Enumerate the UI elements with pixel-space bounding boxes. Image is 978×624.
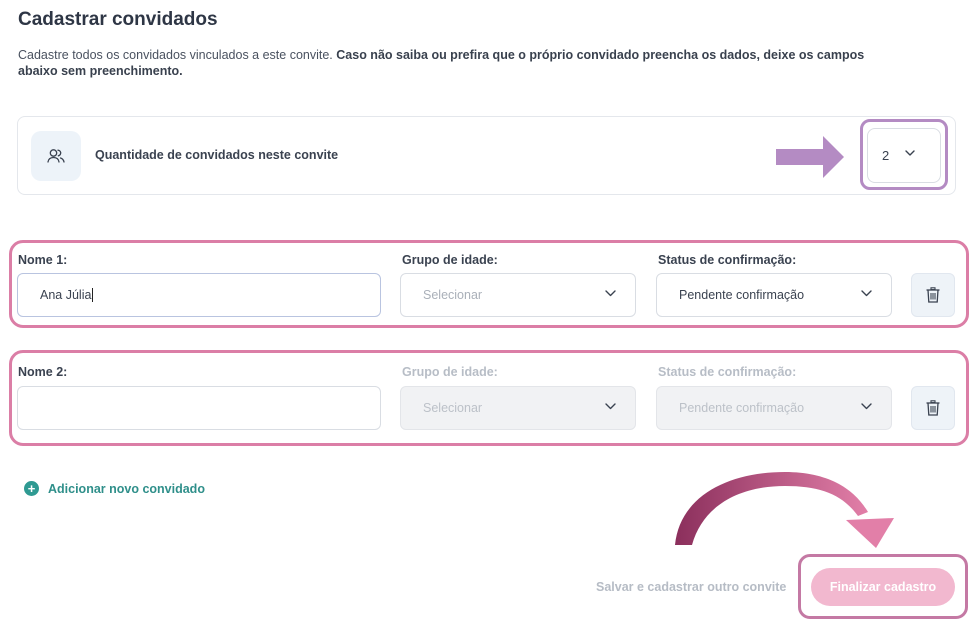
curved-arrow-icon xyxy=(670,470,900,555)
guest-1-delete-button[interactable] xyxy=(911,273,955,317)
guest-2-name-input[interactable] xyxy=(17,386,381,430)
add-guest-link[interactable]: + Adicionar novo convidado xyxy=(24,481,205,496)
chevron-down-icon xyxy=(605,290,616,297)
guest-2-age-placeholder: Selecionar xyxy=(423,401,483,415)
guest-2-age-label: Grupo de idade: xyxy=(402,365,498,379)
trash-icon xyxy=(926,400,940,416)
chevron-down-icon xyxy=(905,150,915,156)
guest-1-name-input[interactable]: Ana Júlia xyxy=(17,273,381,317)
chevron-down-icon xyxy=(861,403,872,410)
guest-1-name-value: Ana Júlia xyxy=(40,288,92,302)
finish-registration-button[interactable]: Finalizar cadastro xyxy=(811,568,955,606)
guest-2-name-label: Nome 2: xyxy=(18,365,68,379)
guest-quantity-select[interactable]: 2 xyxy=(867,128,941,183)
guest-1-status-value: Pendente confirmação xyxy=(679,288,805,302)
guest-1-age-label: Grupo de idade: xyxy=(402,253,498,267)
guest-1-status-select[interactable]: Pendente confirmação xyxy=(656,273,892,317)
guest-2-status-select[interactable]: Pendente confirmação xyxy=(656,386,892,430)
guest-2-status-value: Pendente confirmação xyxy=(679,401,805,415)
guest-1-age-select[interactable]: Selecionar xyxy=(400,273,636,317)
description-text: Cadastre todos os convidados vinculados … xyxy=(18,48,333,62)
guest-quantity-value: 2 xyxy=(882,148,890,163)
page-title: Cadastrar convidados xyxy=(18,9,218,30)
trash-icon xyxy=(926,287,940,303)
guest-2-age-select[interactable]: Selecionar xyxy=(400,386,636,430)
text-cursor xyxy=(92,288,94,302)
add-guest-label: Adicionar novo convidado xyxy=(48,481,205,496)
users-icon xyxy=(31,131,81,181)
guest-1-age-placeholder: Selecionar xyxy=(423,288,483,302)
chevron-down-icon xyxy=(605,403,616,410)
plus-circle-icon: + xyxy=(24,481,39,496)
guest-2-status-label: Status de confirmação: xyxy=(658,365,797,379)
save-and-register-other-button[interactable]: Salvar e cadastrar outro convite xyxy=(596,580,786,594)
page-description: Cadastre todos os convidados vinculados … xyxy=(18,47,898,79)
chevron-down-icon xyxy=(861,290,872,297)
guest-1-status-label: Status de confirmação: xyxy=(658,253,797,267)
guest-2-delete-button[interactable] xyxy=(911,386,955,430)
arrow-right-icon xyxy=(776,136,848,183)
guest-quantity-label: Quantidade de convidados neste convite xyxy=(95,148,339,162)
guest-1-name-label: Nome 1: xyxy=(18,253,68,267)
